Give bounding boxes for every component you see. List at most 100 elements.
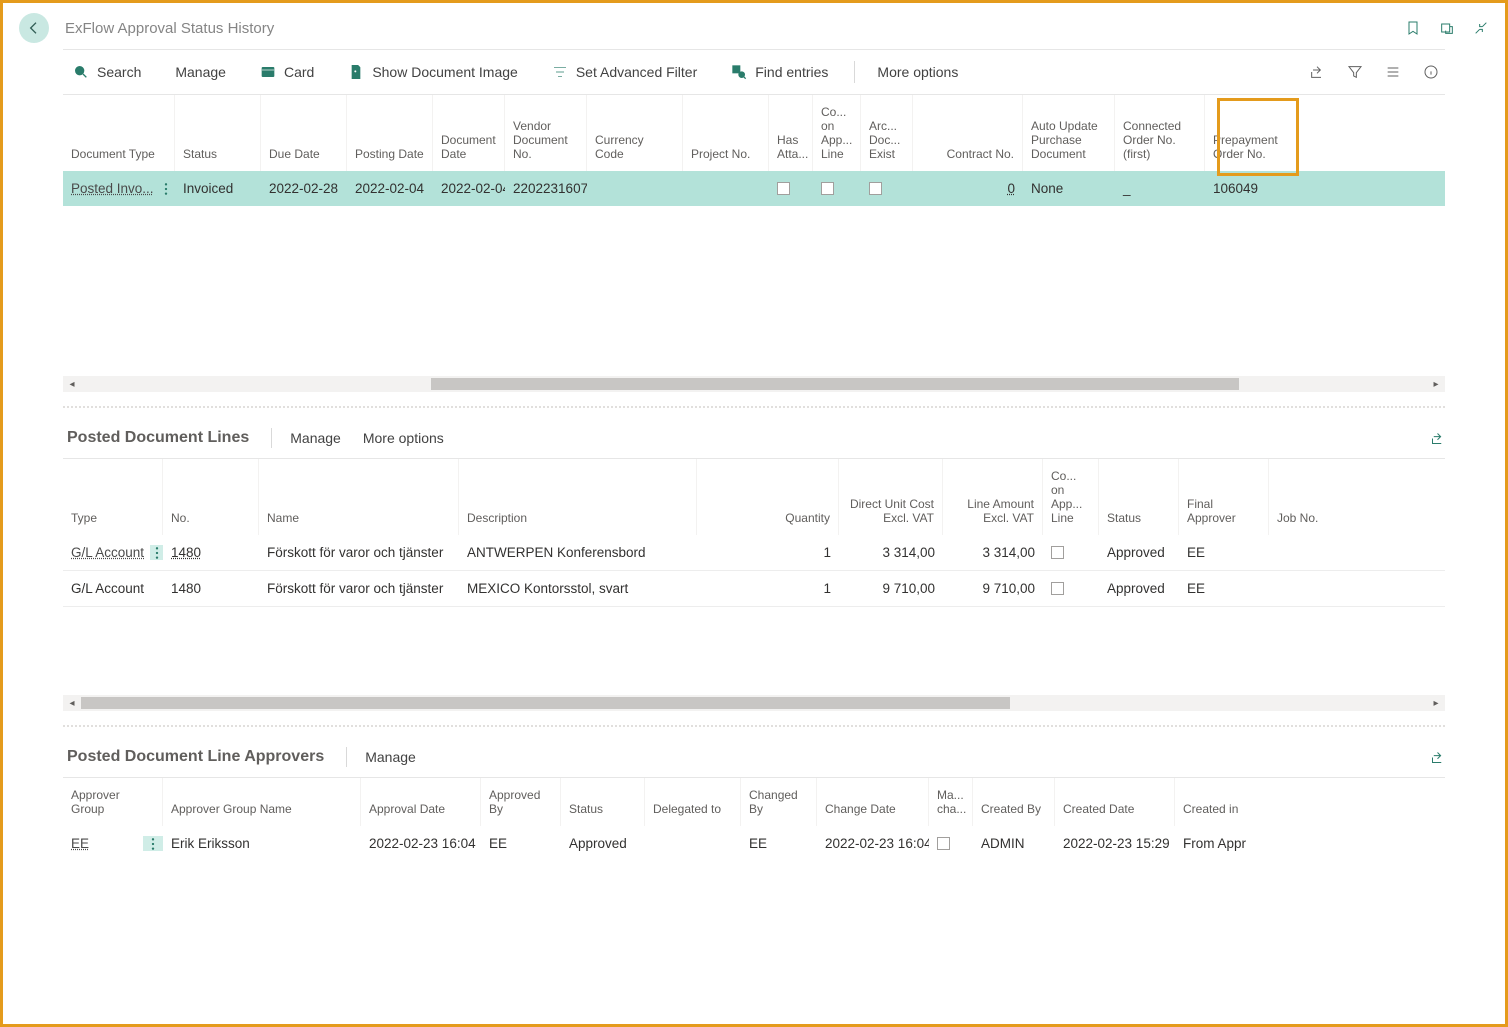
row-menu-button[interactable] xyxy=(143,836,163,851)
h-scrollbar[interactable]: ◂ ▸ xyxy=(63,376,1445,392)
lines-name: Förskott för varor och tjänster xyxy=(259,535,459,570)
lcol-unit-cost[interactable]: Direct Unit Cost Excl. VAT xyxy=(839,459,943,535)
scroll-thumb[interactable] xyxy=(81,697,1010,709)
lcol-type[interactable]: Type xyxy=(63,459,163,535)
acol-delegated-to[interactable]: Delegated to xyxy=(645,778,741,826)
col-posting-date[interactable]: Posting Date xyxy=(347,95,433,171)
section-separator xyxy=(63,406,1445,408)
lcol-no[interactable]: No. xyxy=(163,459,259,535)
col-contract-no[interactable]: Contract No. xyxy=(913,95,1023,171)
filter-button[interactable] xyxy=(1347,64,1363,80)
bookmark-button[interactable] xyxy=(1405,20,1421,36)
scroll-right-arrow[interactable]: ▸ xyxy=(1427,376,1445,392)
acol-status[interactable]: Status xyxy=(561,778,645,826)
lines-share-button[interactable] xyxy=(1430,431,1445,446)
collapse-icon xyxy=(1473,20,1489,36)
cell-contract-no[interactable]: 0 xyxy=(1007,181,1015,196)
find-entries-button[interactable]: Find entries xyxy=(721,60,838,84)
cell-has-atta xyxy=(769,171,813,206)
h-scrollbar-lines[interactable]: ◂ ▸ xyxy=(63,695,1445,711)
col-due-date[interactable]: Due Date xyxy=(261,95,347,171)
show-doc-image-button[interactable]: Show Document Image xyxy=(338,60,528,84)
col-prepay-order-no[interactable]: Prepayment Order No. xyxy=(1205,95,1295,171)
search-button[interactable]: Search xyxy=(63,60,151,84)
collapse-button[interactable] xyxy=(1473,20,1489,36)
scroll-left-arrow[interactable]: ◂ xyxy=(63,376,81,392)
list-item[interactable]: G/L Account 1480 Förskott för varor och … xyxy=(63,571,1445,607)
doc-type-link[interactable]: Posted Invo... xyxy=(71,181,154,196)
acol-approved-by[interactable]: Approved By xyxy=(481,778,561,826)
share-button[interactable] xyxy=(1309,64,1325,80)
acol-created-date[interactable]: Created Date xyxy=(1055,778,1175,826)
lcol-status[interactable]: Status xyxy=(1099,459,1179,535)
checkbox-unchecked xyxy=(869,182,882,195)
col-doc-type[interactable]: Document Type xyxy=(63,95,175,171)
lcol-job-no[interactable]: Job No. xyxy=(1269,459,1329,535)
acol-created-by[interactable]: Created By xyxy=(973,778,1055,826)
lines-manage-menu[interactable]: Manage xyxy=(290,430,341,446)
lines-desc: MEXICO Kontorsstol, svart xyxy=(459,571,697,606)
scroll-track[interactable] xyxy=(81,376,1427,392)
lcol-qty[interactable]: Quantity xyxy=(697,459,839,535)
manage-menu[interactable]: Manage xyxy=(165,60,236,84)
scroll-thumb[interactable] xyxy=(431,378,1239,390)
acol-ma-cha[interactable]: Ma... cha... xyxy=(929,778,973,826)
approver-approval-date: 2022-02-23 16:04 xyxy=(361,826,481,861)
lcol-desc[interactable]: Description xyxy=(459,459,697,535)
scroll-right-arrow[interactable]: ▸ xyxy=(1427,695,1445,711)
row-menu-button[interactable] xyxy=(160,182,172,196)
approvers-grid: Approver Group Approver Group Name Appro… xyxy=(63,778,1445,861)
col-vendor-doc-no[interactable]: Vendor Document No. xyxy=(505,95,587,171)
info-icon xyxy=(1423,64,1439,80)
lcol-line-amount[interactable]: Line Amount Excl. VAT xyxy=(943,459,1043,535)
approver-group-link[interactable]: EE xyxy=(71,836,89,851)
acol-approval-date[interactable]: Approval Date xyxy=(361,778,481,826)
approver-created-date: 2022-02-23 15:29 xyxy=(1055,826,1175,861)
card-button[interactable]: Card xyxy=(250,60,324,84)
list-item[interactable]: G/L Account 1480 Förskott för varor och … xyxy=(63,535,1445,571)
col-co-on-app-line[interactable]: Co... on App... Line xyxy=(813,95,861,171)
info-button[interactable] xyxy=(1423,64,1439,80)
manage-label: Manage xyxy=(175,64,226,80)
lines-no[interactable]: 1480 xyxy=(171,545,201,560)
scroll-left-arrow[interactable]: ◂ xyxy=(63,695,81,711)
col-connected-order[interactable]: Connected Order No. (first) xyxy=(1115,95,1205,171)
share-icon xyxy=(1309,64,1325,80)
approvers-manage-menu[interactable]: Manage xyxy=(365,749,416,765)
col-arc-doc-exist[interactable]: Arc... Doc... Exist xyxy=(861,95,913,171)
lcol-name[interactable]: Name xyxy=(259,459,459,535)
lines-more-options-menu[interactable]: More options xyxy=(363,430,444,446)
acol-group[interactable]: Approver Group xyxy=(63,778,163,826)
acol-changed-by[interactable]: Changed By xyxy=(741,778,817,826)
col-doc-date[interactable]: Document Date xyxy=(433,95,505,171)
list-view-button[interactable] xyxy=(1385,64,1401,80)
set-advanced-filter-button[interactable]: Set Advanced Filter xyxy=(542,60,707,84)
row-menu-button[interactable] xyxy=(150,545,163,560)
approver-created-in: From Appr xyxy=(1175,826,1251,861)
col-has-atta[interactable]: Has Atta... xyxy=(769,95,813,171)
approvers-share-button[interactable] xyxy=(1430,750,1445,765)
popout-button[interactable] xyxy=(1439,20,1455,36)
cell-co-on-app-line xyxy=(813,171,861,206)
lines-type-link[interactable]: G/L Account xyxy=(71,545,144,560)
table-row[interactable]: Posted Invo... Invoiced 2022-02-28 2022-… xyxy=(63,171,1445,206)
col-currency[interactable]: Currency Code xyxy=(587,95,683,171)
lines-job-no xyxy=(1269,535,1329,570)
back-button[interactable] xyxy=(19,13,49,43)
arrow-left-icon xyxy=(26,20,42,36)
table-row[interactable]: EE Erik Eriksson 2022-02-23 16:04 EE App… xyxy=(63,826,1445,861)
more-options-label: More options xyxy=(877,64,958,80)
more-options-menu[interactable]: More options xyxy=(867,60,968,84)
lcol-co-on-app-line[interactable]: Co... on App... Line xyxy=(1043,459,1099,535)
lcol-final-approver[interactable]: Final Approver xyxy=(1179,459,1269,535)
lines-no: 1480 xyxy=(163,571,259,606)
scroll-track[interactable] xyxy=(81,695,1427,711)
col-status[interactable]: Status xyxy=(175,95,261,171)
checkbox-unchecked xyxy=(1051,582,1064,595)
acol-change-date[interactable]: Change Date xyxy=(817,778,929,826)
col-project-no[interactable]: Project No. xyxy=(683,95,769,171)
col-auto-update[interactable]: Auto Update Purchase Document xyxy=(1023,95,1115,171)
acol-group-name[interactable]: Approver Group Name xyxy=(163,778,361,826)
lines-co-check xyxy=(1043,535,1099,570)
acol-created-in[interactable]: Created in xyxy=(1175,778,1251,826)
